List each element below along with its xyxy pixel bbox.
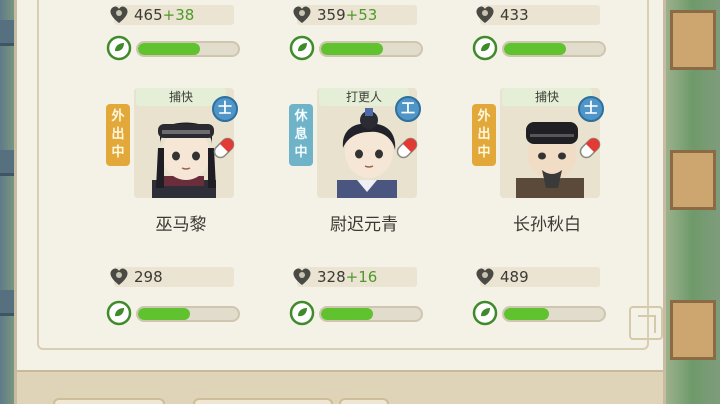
- rank-badge: 士: [578, 96, 604, 122]
- power-stat: 328+16: [289, 263, 439, 289]
- status-out-badge: 外出中: [472, 104, 496, 166]
- power-heart-icon: [110, 268, 128, 285]
- power-stat: 359+53: [289, 1, 439, 27]
- footer-tab[interactable]: [339, 398, 389, 404]
- status-out-badge: 外出中: [106, 104, 130, 166]
- power-heart-icon: [293, 6, 311, 24]
- power-heart-icon: [476, 268, 494, 285]
- energy-leaf-icon: [289, 35, 315, 61]
- energy-bar: [136, 41, 240, 57]
- status-rest-badge: 休息中: [289, 104, 313, 166]
- character-name: 长孙秋白: [513, 215, 581, 235]
- energy-bar-row: [106, 35, 256, 61]
- energy-leaf-icon: [472, 300, 498, 326]
- footer-tab[interactable]: [53, 398, 165, 404]
- energy-bar-row: [472, 300, 622, 326]
- power-stat: 433: [472, 1, 622, 27]
- energy-bar-row: [289, 300, 439, 326]
- power-stat: 489: [472, 263, 622, 289]
- panel-footer: [17, 370, 663, 404]
- energy-leaf-icon: [289, 300, 315, 326]
- energy-bar: [319, 41, 423, 57]
- power-heart-icon: [476, 6, 494, 24]
- corner-ornament: [629, 306, 663, 340]
- energy-bar-row: [289, 35, 439, 61]
- background-town-right: [664, 0, 720, 404]
- rank-badge: 工: [395, 96, 421, 122]
- energy-bar-row: [106, 300, 256, 326]
- power-heart-icon: [293, 268, 311, 285]
- power-heart-icon: [110, 6, 128, 24]
- energy-bar: [502, 41, 606, 57]
- power-stat: 465+38: [106, 1, 256, 27]
- power-stat: 298: [106, 263, 256, 289]
- footer-tab[interactable]: [193, 398, 333, 404]
- energy-bar-row: [472, 35, 622, 61]
- energy-bar: [136, 306, 240, 322]
- energy-leaf-icon: [106, 300, 132, 326]
- energy-bar: [319, 306, 423, 322]
- energy-bar: [502, 306, 606, 322]
- energy-leaf-icon: [472, 35, 498, 61]
- character-name: 巫马黎: [155, 215, 207, 235]
- character-name: 尉迟元青: [330, 215, 398, 235]
- energy-leaf-icon: [106, 35, 132, 61]
- rank-badge: 士: [212, 96, 238, 122]
